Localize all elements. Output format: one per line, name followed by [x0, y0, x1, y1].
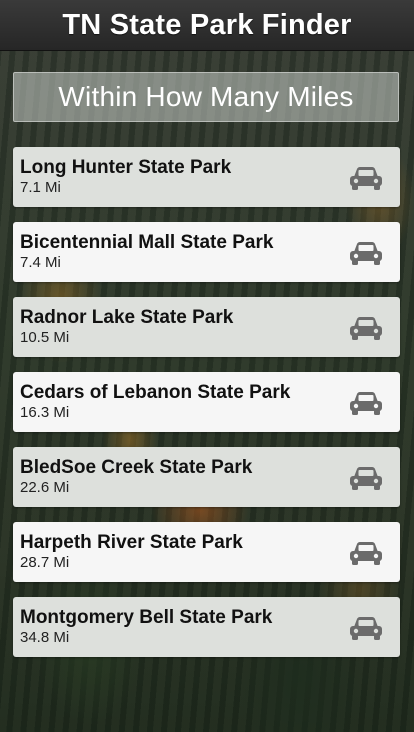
park-list: Long Hunter State Park 7.1 Mi Bicentenni… — [13, 147, 400, 672]
park-name: Harpeth River State Park — [20, 532, 243, 553]
park-list-item[interactable]: Harpeth River State Park 28.7 Mi — [13, 522, 400, 582]
park-list-item[interactable]: BledSoe Creek State Park 22.6 Mi — [13, 447, 400, 507]
park-list-item[interactable]: Montgomery Bell State Park 34.8 Mi — [13, 597, 400, 657]
park-distance: 28.7 Mi — [20, 554, 70, 571]
app-title: TN State Park Finder — [62, 8, 352, 41]
car-icon[interactable] — [348, 539, 384, 567]
park-list-item[interactable]: Cedars of Lebanon State Park 16.3 Mi — [13, 372, 400, 432]
park-distance: 7.4 Mi — [20, 254, 61, 271]
car-icon[interactable] — [348, 614, 384, 642]
park-name: Montgomery Bell State Park — [20, 607, 273, 628]
within-miles-label: Within How Many Miles — [58, 81, 354, 112]
park-distance: 22.6 Mi — [20, 479, 70, 496]
park-list-item[interactable]: Long Hunter State Park 7.1 Mi — [13, 147, 400, 207]
park-name: Radnor Lake State Park — [20, 307, 234, 328]
park-name: Bicentennial Mall State Park — [20, 232, 274, 253]
park-name: Long Hunter State Park — [20, 157, 232, 178]
car-icon[interactable] — [348, 239, 384, 267]
within-miles-button[interactable]: Within How Many Miles — [13, 72, 399, 122]
car-icon[interactable] — [348, 314, 384, 342]
park-name: Cedars of Lebanon State Park — [20, 382, 291, 403]
park-distance: 34.8 Mi — [20, 629, 70, 646]
car-icon[interactable] — [348, 389, 384, 417]
car-icon[interactable] — [348, 164, 384, 192]
park-distance: 7.1 Mi — [20, 179, 61, 196]
app-screen: TN State Park Finder Within How Many Mil… — [0, 0, 414, 732]
park-distance: 10.5 Mi — [20, 329, 70, 346]
park-list-item[interactable]: Bicentennial Mall State Park 7.4 Mi — [13, 222, 400, 282]
park-list-item[interactable]: Radnor Lake State Park 10.5 Mi — [13, 297, 400, 357]
app-header: TN State Park Finder — [0, 0, 414, 51]
car-icon[interactable] — [348, 464, 384, 492]
park-name: BledSoe Creek State Park — [20, 457, 253, 478]
park-distance: 16.3 Mi — [20, 404, 70, 421]
